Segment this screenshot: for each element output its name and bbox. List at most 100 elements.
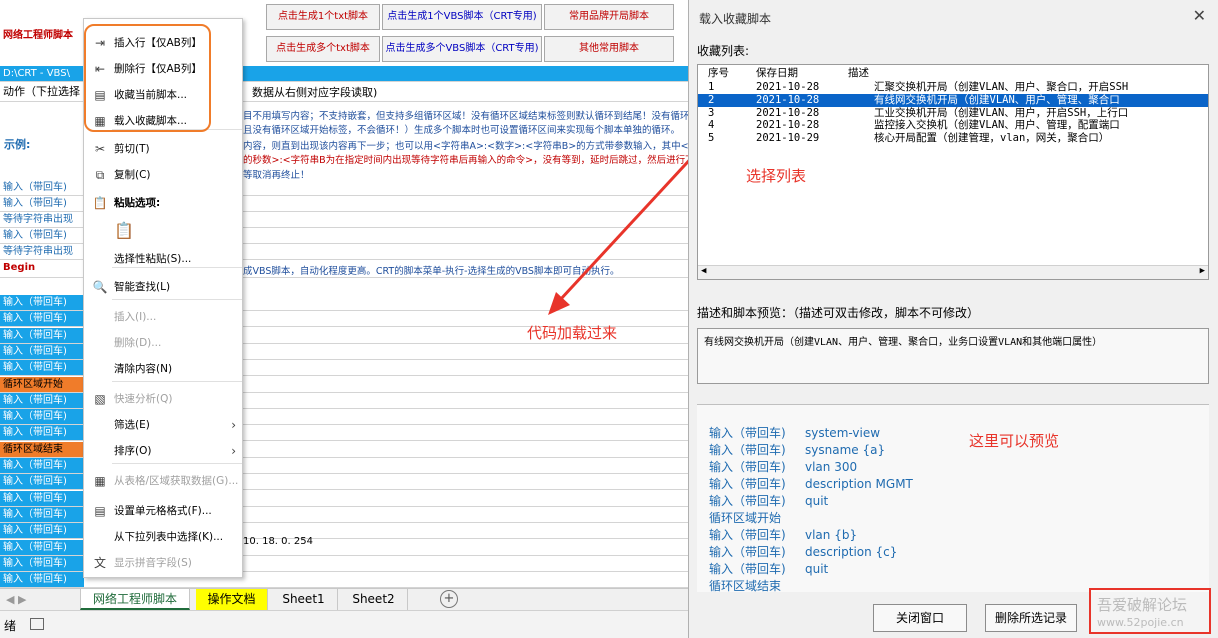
scroll-right-icon[interactable]: ▶ [1200,266,1205,276]
row-cell[interactable]: 输入（带回车) [0,360,84,376]
macro-record-icon[interactable] [30,618,44,630]
row-cell[interactable]: 循环区域结束 [0,441,84,457]
tab-docs[interactable]: 操作文档 [196,589,268,610]
row-cell[interactable]: 循环区域开始 [0,376,84,392]
menu-item-label: 复制(C) [114,169,151,181]
other-scripts-button[interactable]: 其他常用脚本 [544,36,674,62]
ip-text: 10. 18. 0. 254 [243,536,313,547]
col-desc[interactable]: 描述 [848,67,869,80]
menu-item[interactable]: 📋 粘贴选项: [84,191,242,215]
menu-item[interactable]: 文显示拼音字段(S) [84,551,242,575]
script-line: 输入（带回车) vlan {b} [709,527,857,544]
row-cell[interactable]: 输入（带回车) [0,474,84,490]
list-cell-date: 2021-10-28 [756,106,820,119]
add-sheet-icon[interactable]: + [440,590,458,608]
menu-separator [112,463,242,464]
script-value: vlan {b} [805,528,858,542]
tab-sheet1[interactable]: Sheet1 [270,589,338,610]
row-cell[interactable]: 输入（带回车) [0,523,84,539]
menu-item[interactable]: 📋 [84,219,242,247]
menu-item-label: 粘贴选项: [114,197,161,209]
col-no[interactable]: 序号 [708,67,729,80]
row-cell[interactable]: 输入（带回车) [0,327,84,343]
row-cell[interactable]: 输入（带回车) [0,228,84,243]
script-action: 输入（带回车) [709,426,786,440]
menu-item[interactable]: 🔍 智能查找(L) [84,275,242,299]
row-cell[interactable]: 等待字符串出现 [0,212,84,227]
menu-item[interactable]: ✂ 剪切(T) [84,137,242,161]
list-cell-date: 2021-10-28 [756,93,820,106]
menu-item[interactable]: 排序(O) › [84,439,242,463]
menu-item[interactable]: ▦ 从表格/区域获取数据(G)... [84,469,242,493]
list-item[interactable]: 4 2021-10-28 监控接入交换机（创建VLAN、用户、管理，配置端口 [698,119,1208,132]
description-box[interactable]: 有线网交换机开局（创建VLAN、用户、管理、聚合口，业务口设置VLAN和其他端口… [697,328,1209,384]
list-item[interactable]: 3 2021-10-28 工业交换机开局（创建VLAN、用户，开启SSH，上行口 [698,107,1208,120]
tab-network-scripts[interactable]: 网络工程师脚本 [80,589,190,610]
row-cell[interactable]: 输入（带回车) [0,425,84,441]
list-cell-no: 3 [708,106,715,119]
menu-item[interactable]: 删除(D)... [84,331,242,355]
script-action: 输入（带回车) [709,460,786,474]
title-cell[interactable]: 网络工程师脚本 [0,18,84,48]
row-cell[interactable]: 输入（带回车) [0,392,84,408]
row-cell[interactable]: 输入（带回车) [0,506,84,522]
row-cell[interactable]: Begin [0,260,84,277]
tab-sheet2[interactable]: Sheet2 [340,589,408,610]
watermark: 吾爱破解论坛 www.52pojie.cn [1089,588,1211,634]
preview-label: 描述和脚本预览：（描述可双击修改，脚本不可修改） [697,306,980,320]
row-cell[interactable]: 输入（带回车) [0,180,84,195]
action-cell[interactable]: 动作（下拉选择 [0,82,84,101]
row-cell[interactable]: 输入（带回车) [0,196,84,211]
list-item[interactable]: 5 2021-10-29 核心开局配置（创建管理，vlan，网关，聚合口） [698,132,1208,145]
list-cell-date: 2021-10-28 [756,81,820,93]
scissors-icon: ✂ [94,142,106,156]
script-line: 输入（带回车) vlan 300 [709,459,857,476]
menu-item-label: 剪切(T) [114,143,150,155]
menu-item-label: 插入(I)... [114,311,157,323]
script-action: 输入（带回车) [709,528,786,542]
path-cell[interactable]: D:\CRT - VBS\ [0,66,84,81]
row-cell[interactable]: 输入（带回车) [0,458,84,473]
close-window-button[interactable]: 关闭窗口 [873,604,967,632]
menu-item[interactable]: ▤ 设置单元格格式(F)... [84,499,242,523]
row-cell[interactable]: 输入（带回车) [0,409,84,425]
menu-item[interactable]: 从下拉列表中选择(K)... [84,525,242,549]
script-value: quit [805,562,829,576]
col-date[interactable]: 保存日期 [756,67,798,80]
row-cell[interactable]: 输入（带回车) [0,311,84,327]
row-cell[interactable]: 输入（带回车) [0,572,84,588]
menu-item-label: 智能查找(L) [114,281,171,293]
tab-scroll-icons[interactable]: ◀ ▶ [6,589,26,610]
gen-many-vbs-button[interactable]: 点击生成多个VBS脚本（CRT专用) [382,36,542,62]
row-cell[interactable]: 输入（带回车) [0,295,84,310]
horizontal-scrollbar[interactable]: ◀ ▶ [698,265,1208,279]
watermark-title: 吾爱破解论坛 [1097,596,1188,614]
scroll-left-icon[interactable]: ◀ [701,266,706,276]
row-cell[interactable]: 输入（带回车) [0,490,84,506]
row-cell[interactable]: 等待字符串出现 [0,244,84,259]
row-cell[interactable]: 输入（带回车) [0,555,84,571]
quick-analysis-icon: ▧ [94,392,106,406]
menu-item[interactable]: 清除内容(N) [84,357,242,381]
row-cell[interactable]: 输入（带回车) [0,539,84,555]
script-action: 输入（带回车) [709,545,786,559]
brand-scripts-button[interactable]: 常用品牌开局脚本 [544,4,674,30]
menu-item[interactable]: ⧉ 复制(C) [84,163,242,187]
menu-item[interactable]: 筛选(E) › [84,413,242,437]
menu-item[interactable]: 选择性粘贴(S)... [84,247,242,271]
list-item[interactable]: 2 2021-10-28 有线网交换机开局（创建VLAN、用户、管理、聚合口 [698,93,1208,107]
menu-item[interactable]: ▧ 快速分析(Q) [84,387,242,411]
favorites-list[interactable]: 序号 保存日期 描述 1 2021-10-28 汇聚交换机开局（创建VLAN、用户、… [697,64,1209,280]
gen-many-txt-button[interactable]: 点击生成多个txt脚本 [266,36,380,62]
gen-one-vbs-button[interactable]: 点击生成1个VBS脚本（CRT专用) [382,4,542,30]
list-cell-no: 5 [708,132,715,145]
gen-one-txt-button[interactable]: 点击生成1个txt脚本 [266,4,380,30]
delete-selected-button[interactable]: 删除所选记录 [985,604,1077,632]
annotation-select-list: 选择列表 [746,167,807,185]
list-item[interactable]: 1 2021-10-28 汇聚交换机开局（创建VLAN、用户、聚合口，开启SSH [698,81,1208,94]
menu-item-label: 快速分析(Q) [114,393,173,405]
menu-item[interactable]: 插入(I)... [84,305,242,329]
row-cell[interactable]: 输入（带回车) [0,343,84,359]
description-text[interactable]: 有线网交换机开局（创建VLAN、用户、管理、聚合口，业务口设置VLAN和其他端口… [704,337,1102,348]
close-icon[interactable]: ✕ [1193,6,1206,25]
